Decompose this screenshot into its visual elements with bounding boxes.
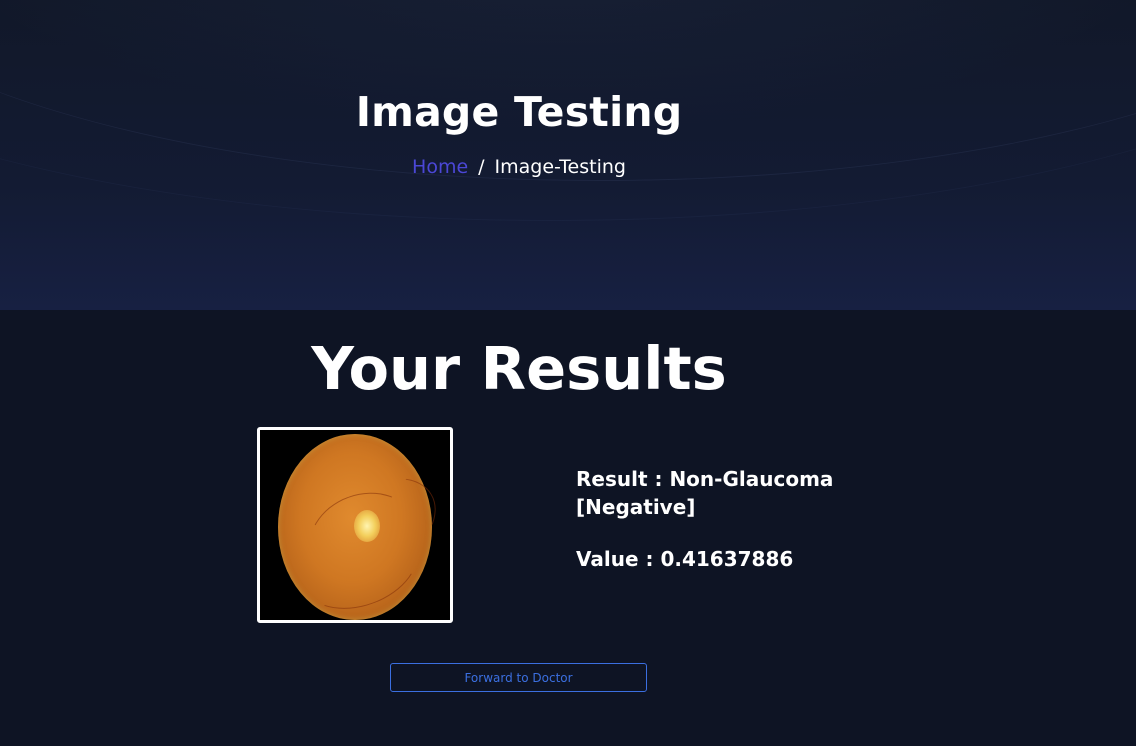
page-title: Image Testing xyxy=(355,88,683,136)
retinal-fundus-image xyxy=(257,427,453,623)
page-header-banner: Image Testing Home / Image-Testing xyxy=(0,0,1136,310)
fundus-disc xyxy=(278,434,450,620)
breadcrumb-current: Image-Testing xyxy=(494,156,626,178)
forward-to-doctor-button[interactable]: Forward to Doctor xyxy=(390,663,647,692)
results-title: Your Results xyxy=(311,334,727,403)
optic-disc xyxy=(354,510,380,542)
breadcrumb-separator: / xyxy=(478,156,485,178)
result-info: Result : Non-Glaucoma [Negative] Value :… xyxy=(576,465,836,573)
breadcrumb: Home / Image-Testing xyxy=(0,156,1038,178)
breadcrumb-home-link[interactable]: Home xyxy=(412,156,468,178)
results-section: Your Results Result : Non-Glaucoma [Nega… xyxy=(0,310,1136,746)
result-label: Result : Non-Glaucoma [Negative] xyxy=(576,467,834,519)
result-value: Value : 0.41637886 xyxy=(576,547,794,571)
